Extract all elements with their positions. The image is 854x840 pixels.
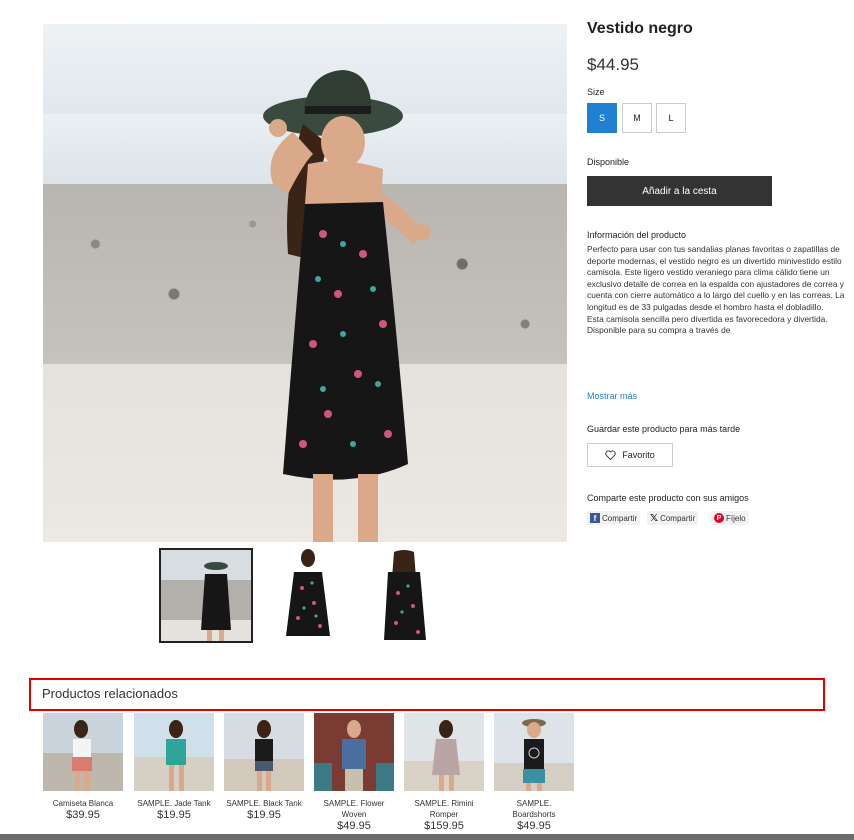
related-product-name: SAMPLE. Black Tank <box>226 799 302 808</box>
size-option-s[interactable]: S <box>587 103 617 133</box>
pinterest-icon: P <box>714 513 724 523</box>
product-title: Vestido negro <box>587 20 693 37</box>
bottom-scrollbar[interactable] <box>0 834 854 840</box>
related-product-image <box>314 713 394 791</box>
related-product-5[interactable]: SAMPLE. Rimini Romper $159.95 <box>404 713 484 833</box>
size-label: Size <box>587 87 605 97</box>
share-pinterest-label: Fíjelo <box>726 513 746 523</box>
share-x-label: Compartir <box>660 513 696 523</box>
related-product-image <box>43 713 123 791</box>
facebook-icon: f <box>590 513 600 523</box>
related-product-1[interactable]: Camiseta Blanca $39.95 <box>43 713 123 822</box>
thumbnail-image <box>262 548 356 643</box>
show-more-link[interactable]: Mostrar más <box>587 391 637 401</box>
related-product-price: $19.95 <box>247 809 281 821</box>
related-product-2[interactable]: SAMPLE. Jade Tank $19.95 <box>134 713 214 822</box>
related-product-name: SAMPLE. Jade Tank <box>137 799 211 808</box>
availability-status: Disponible <box>587 157 630 167</box>
thumbnail-3[interactable] <box>358 548 452 643</box>
model-figure <box>263 70 431 542</box>
related-products-title: Productos relacionados <box>42 686 178 701</box>
related-product-image <box>224 713 304 791</box>
related-product-name: SAMPLE. Boardshorts <box>512 799 556 819</box>
product-info-heading: Información del producto <box>587 230 687 240</box>
favorite-button[interactable]: Favorito <box>587 443 673 467</box>
heart-icon <box>605 450 616 460</box>
related-product-image <box>404 713 484 791</box>
product-description: Perfecto para usar con tus sandalias pla… <box>587 244 845 336</box>
product-main-image[interactable] <box>43 24 567 542</box>
size-option-l[interactable]: L <box>656 103 686 133</box>
share-pinterest-button[interactable]: P Fíjelo <box>711 511 749 525</box>
share-facebook-label: Compartir <box>602 513 638 523</box>
related-product-price: $19.95 <box>157 809 191 821</box>
related-product-image <box>494 713 574 791</box>
related-product-price: $49.95 <box>337 820 371 832</box>
related-product-6[interactable]: SAMPLE. Boardshorts $49.95 <box>494 713 574 833</box>
related-product-price: $39.95 <box>66 809 100 821</box>
related-product-4[interactable]: SAMPLE. Flower Woven $49.95 <box>314 713 394 833</box>
share-heading: Comparte este producto con sus amigos <box>587 493 749 503</box>
thumbnail-image <box>358 548 452 643</box>
favorite-label: Favorito <box>622 450 655 460</box>
related-product-name: Camiseta Blanca <box>52 799 114 808</box>
related-product-name: SAMPLE. Rimini Romper <box>414 799 474 819</box>
save-for-later-heading: Guardar este producto para más tarde <box>587 424 741 434</box>
add-to-cart-button[interactable]: Añadir a la cesta <box>587 176 772 206</box>
share-facebook-button[interactable]: f Compartir <box>587 511 641 525</box>
related-product-image <box>134 713 214 791</box>
related-product-3[interactable]: SAMPLE. Black Tank $19.95 <box>224 713 304 822</box>
related-product-price: $159.95 <box>424 820 464 832</box>
related-product-price: $49.95 <box>517 820 551 832</box>
share-x-button[interactable]: 𝕏 Compartir <box>647 511 699 525</box>
thumbnail-1[interactable] <box>159 548 253 643</box>
x-icon: 𝕏 <box>650 512 659 524</box>
thumbnail-2[interactable] <box>262 548 356 643</box>
thumbnail-image <box>161 550 251 641</box>
product-price: $44.95 <box>587 55 639 74</box>
size-option-m[interactable]: M <box>622 103 652 133</box>
related-product-name: SAMPLE. Flower Woven <box>323 799 385 819</box>
